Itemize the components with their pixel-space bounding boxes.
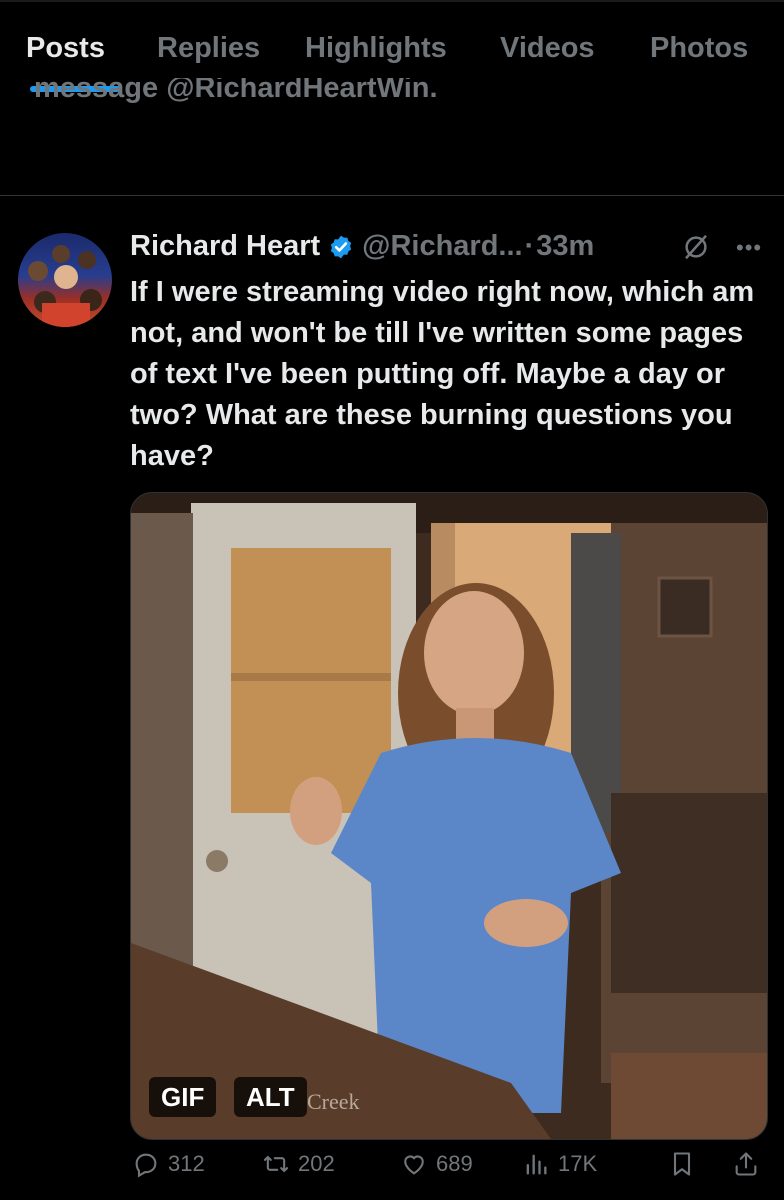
reply-button[interactable]: 312: [132, 1150, 205, 1178]
author-handle[interactable]: @Richard...: [362, 230, 522, 263]
gif-media[interactable]: Creek: [130, 492, 768, 1140]
author-name[interactable]: Richard Heart: [130, 230, 320, 263]
verified-badge-icon: [330, 235, 352, 258]
like-count: 689: [436, 1151, 473, 1176]
share-icon[interactable]: [732, 1150, 760, 1178]
avatar[interactable]: [18, 233, 112, 327]
tweet-author-line: Richard Heart @Richard... · 33m: [130, 230, 594, 263]
bookmark-icon[interactable]: [668, 1150, 696, 1178]
grok-icon[interactable]: [681, 232, 711, 262]
repost-button[interactable]: 202: [262, 1150, 335, 1178]
post-divider: [0, 195, 784, 196]
reply-icon: [135, 1153, 157, 1178]
gif-frame-illustration: [131, 493, 767, 1139]
previous-post-text: message @RichardHeartWin.: [34, 78, 438, 104]
gif-watermark: Creek: [307, 1089, 360, 1114]
tweet-text: If I were streaming video right now, whi…: [130, 276, 755, 472]
repost-count: 202: [298, 1151, 335, 1176]
tab-videos[interactable]: Videos: [500, 32, 595, 65]
tab-photos[interactable]: Photos: [650, 32, 748, 65]
post-timestamp[interactable]: 33m: [536, 230, 594, 263]
tweet-actions: 312 202 689 17K: [0, 1150, 784, 1190]
views-chart-icon: [526, 1154, 547, 1175]
alt-text-badge[interactable]: ALT: [234, 1077, 307, 1117]
gif-badge: GIF: [149, 1077, 217, 1117]
repost-icon: [263, 1155, 289, 1173]
reply-count: 312: [168, 1151, 205, 1176]
like-button[interactable]: 689: [400, 1150, 473, 1178]
tab-highlights[interactable]: Highlights: [305, 32, 447, 65]
tab-posts[interactable]: Posts: [26, 32, 105, 65]
tab-replies[interactable]: Replies: [157, 32, 260, 65]
separator-dot: ·: [524, 230, 535, 262]
views-count: 17K: [558, 1151, 598, 1176]
more-options-icon[interactable]: •••: [736, 237, 762, 259]
heart-icon: [404, 1155, 424, 1175]
views-button[interactable]: 17K: [522, 1150, 597, 1178]
